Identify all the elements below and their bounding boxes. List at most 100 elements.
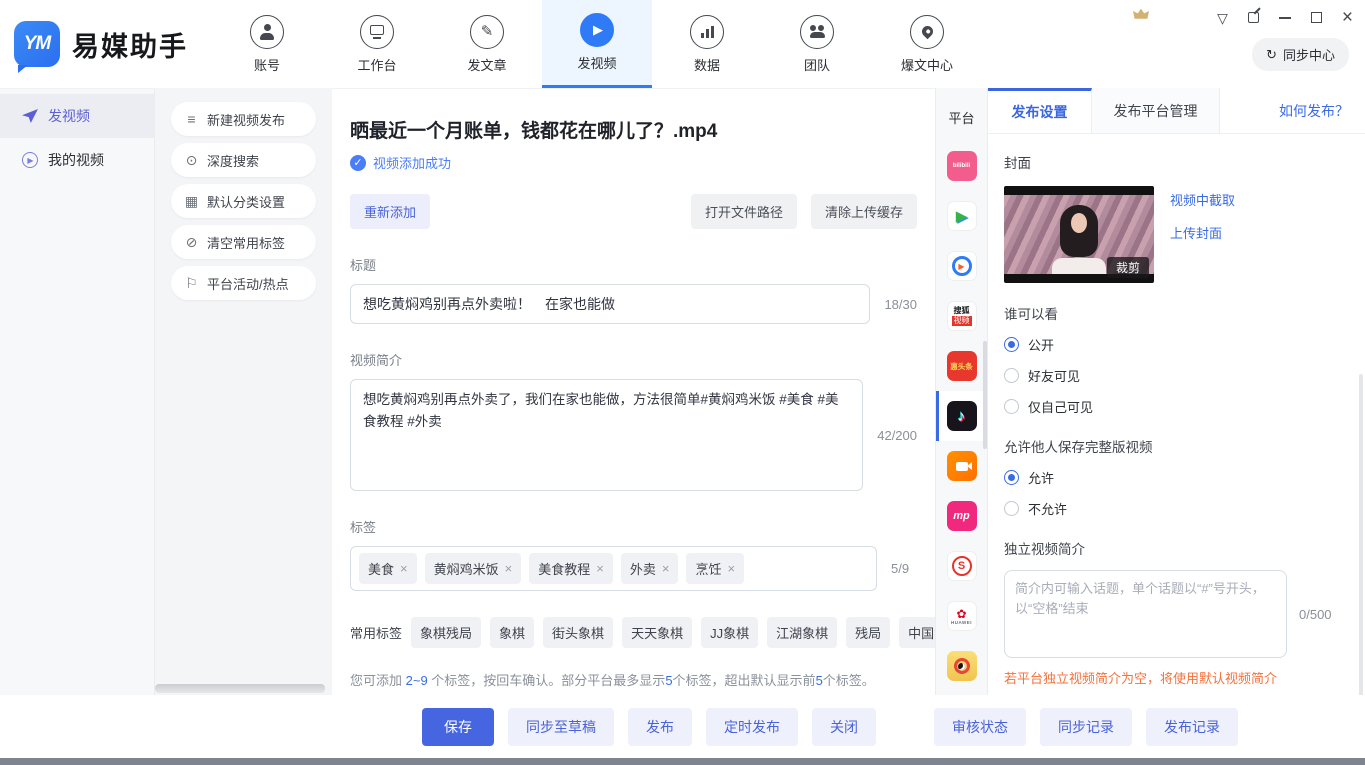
nav-item-workbench[interactable]: 工作台 — [322, 0, 432, 88]
upload-cover-link[interactable]: 上传封面 — [1170, 223, 1235, 242]
clear-upload-cache-button[interactable]: 清除上传缓存 — [811, 194, 917, 229]
save-button[interactable]: 保存 — [422, 708, 494, 746]
tag-label: 美食教程 — [538, 559, 590, 578]
common-tag-chip[interactable]: 江湖象棋 — [767, 617, 837, 648]
right-panel: 发布设置 发布平台管理 如何发布？ 封面 裁剪 视频中截取 上传封面 — [988, 88, 1365, 695]
platform-bilibili[interactable]: bilibili — [936, 141, 987, 191]
platform-huawei[interactable]: ✿HUAWEI — [936, 591, 987, 641]
tag-remove-icon[interactable]: × — [400, 561, 408, 576]
tag-remove-icon[interactable]: × — [662, 561, 670, 576]
maximize-icon[interactable] — [1311, 12, 1322, 23]
close-icon[interactable]: × — [1342, 8, 1353, 27]
common-tag-chip[interactable]: JJ象棋 — [701, 617, 758, 648]
logo-area: YM 易媒助手 — [0, 0, 212, 88]
nav-label: 爆文中心 — [901, 55, 953, 74]
cover-links: 视频中截取 上传封面 — [1170, 186, 1235, 283]
capture-from-video-link[interactable]: 视频中截取 — [1170, 190, 1235, 209]
app-logo-icon: YM — [14, 21, 60, 67]
platform-scrollbar[interactable] — [983, 341, 987, 449]
sogou-icon: S — [947, 551, 977, 581]
flag-icon: ⚐ — [184, 275, 199, 292]
re-add-button[interactable]: 重新添加 — [350, 194, 430, 229]
sync-to-draft-button[interactable]: 同步至草稿 — [508, 708, 614, 746]
crop-badge[interactable]: 裁剪 — [1107, 257, 1149, 278]
independent-desc-textarea[interactable] — [1004, 570, 1287, 658]
horizontal-scrollbar[interactable] — [155, 684, 325, 693]
how-to-publish-link[interactable]: 如何发布？ — [1279, 101, 1365, 121]
new-video-publish-button[interactable]: ≡ 新建视频发布 — [171, 102, 316, 136]
platform-toutiao[interactable]: 惠头条 — [936, 341, 987, 391]
dropdown-arrow-icon[interactable]: ▽ — [1217, 11, 1228, 25]
minimize-icon[interactable] — [1279, 17, 1291, 19]
deep-search-button[interactable]: ⊙ 深度搜索 — [171, 143, 316, 177]
default-category-settings-button[interactable]: ▦ 默认分类设置 — [171, 184, 316, 218]
tag-chip[interactable]: 外卖× — [621, 553, 679, 584]
sync-center-button[interactable]: ↻ 同步中心 — [1252, 38, 1349, 71]
scheduled-publish-button[interactable]: 定时发布 — [706, 708, 798, 746]
clear-common-tags-button[interactable]: ⊘ 清空常用标签 — [171, 225, 316, 259]
right-panel-scrollbar[interactable] — [1359, 374, 1363, 695]
tab-platform-management[interactable]: 发布平台管理 — [1092, 88, 1220, 133]
compass-icon: ⊙ — [184, 152, 199, 169]
platform-activity-button[interactable]: ⚐ 平台活动/热点 — [171, 266, 316, 300]
platform-sogou[interactable]: S — [936, 541, 987, 591]
platform-weibo[interactable] — [936, 641, 987, 691]
tags-label: 标签 — [350, 517, 917, 536]
tencent-video-icon: ▶ — [947, 201, 977, 231]
common-tag-chip[interactable]: 街头象棋 — [543, 617, 613, 648]
nav-item-account[interactable]: 账号 — [212, 0, 322, 88]
desc-textarea[interactable]: 想吃黄焖鸡别再点外卖了，我们在家也能做，方法很简单#黄焖鸡米饭 #美食 #美食教… — [350, 379, 863, 491]
publish-button[interactable]: 发布 — [628, 708, 692, 746]
open-file-path-button[interactable]: 打开文件路径 — [691, 194, 797, 229]
huawei-icon: ✿HUAWEI — [947, 601, 977, 631]
review-status-button[interactable]: 审核状态 — [934, 708, 1026, 746]
common-tag-chip[interactable]: 象棋 — [490, 617, 534, 648]
sync-log-button[interactable]: 同步记录 — [1040, 708, 1132, 746]
tag-chip[interactable]: 烹饪× — [686, 553, 744, 584]
publish-log-button[interactable]: 发布记录 — [1146, 708, 1238, 746]
tag-chip[interactable]: 美食教程 × — [529, 553, 613, 584]
tab-publish-settings[interactable]: 发布设置 — [988, 88, 1092, 133]
platform-strip-label: 平台 — [948, 108, 974, 127]
tag-remove-icon[interactable]: × — [727, 561, 735, 576]
nav-item-publish-video[interactable]: ▶ 发视频 — [542, 0, 652, 88]
allow-save-label: 允许他人保存完整版视频 — [1004, 436, 1349, 456]
title-input[interactable] — [350, 284, 870, 324]
independent-desc-counter: 0/500 — [1299, 607, 1332, 622]
nav-item-team[interactable]: 团队 — [762, 0, 872, 88]
independent-desc-note: 若平台独立视频简介为空，将使用默认视频简介 — [1004, 668, 1349, 687]
visibility-option-private[interactable]: 仅自己可见 — [1004, 397, 1349, 416]
common-tag-chip[interactable]: 象棋残局 — [411, 617, 481, 648]
visibility-option-public[interactable]: 公开 — [1004, 335, 1349, 354]
platform-kuaishou[interactable] — [936, 441, 987, 491]
popout-icon[interactable] — [1248, 12, 1259, 23]
meipai-icon: mp — [947, 501, 977, 531]
tag-remove-icon[interactable]: × — [596, 561, 604, 576]
nav-item-data[interactable]: 数据 — [652, 0, 762, 88]
tag-chip[interactable]: 黄焖鸡米饭× — [425, 553, 522, 584]
tag-remove-icon[interactable]: × — [505, 561, 513, 576]
platform-douyin[interactable]: ♪ — [936, 391, 987, 441]
common-tag-chip[interactable]: 天天象棋 — [622, 617, 692, 648]
visibility-option-friends[interactable]: 好友可见 — [1004, 366, 1349, 385]
bilibili-icon: bilibili — [947, 151, 977, 181]
tags-input[interactable]: 美食× 黄焖鸡米饭× 美食教程 × 外卖× 烹饪× — [350, 546, 877, 591]
nav-item-publish-article[interactable]: ✎ 发文章 — [432, 0, 542, 88]
common-tag-chip[interactable]: 残局 — [846, 617, 890, 648]
sidebar-item-publish-video[interactable]: 发视频 — [0, 94, 154, 138]
cover-thumbnail[interactable]: 裁剪 — [1004, 186, 1154, 283]
title-label: 标题 — [350, 255, 917, 274]
nav-item-hot-center[interactable]: 爆文中心 — [872, 0, 982, 88]
refresh-icon: ↻ — [1266, 47, 1277, 63]
platform-tencent-video[interactable]: ▶ — [936, 191, 987, 241]
platform-meipai[interactable]: mp — [936, 491, 987, 541]
pen-icon: ✎ — [470, 15, 504, 49]
allow-save-option-deny[interactable]: 不允许 — [1004, 499, 1349, 518]
close-button[interactable]: 关闭 — [812, 708, 876, 746]
paper-plane-icon — [22, 109, 38, 123]
tag-chip[interactable]: 美食× — [359, 553, 417, 584]
platform-sohu-video[interactable]: 搜狐视频 — [936, 291, 987, 341]
allow-save-option-allow[interactable]: 允许 — [1004, 468, 1349, 487]
platform-haokan[interactable]: ▶ — [936, 241, 987, 291]
sidebar-item-my-videos[interactable]: ▶ 我的视频 — [0, 138, 154, 182]
